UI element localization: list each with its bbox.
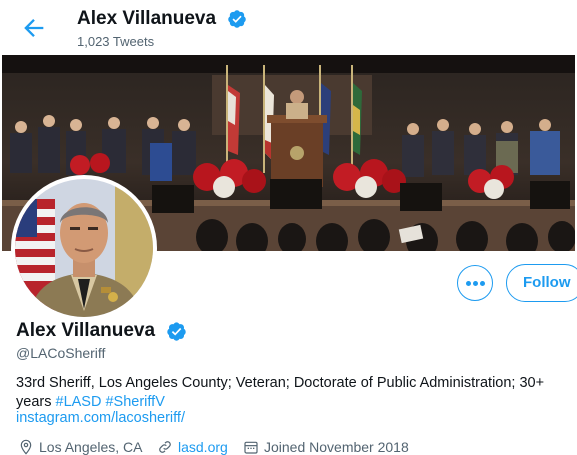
profile-avatar[interactable] [11,175,157,321]
bio-website-link[interactable]: instagram.com/lacosheriff/ [16,410,185,426]
follow-button[interactable]: Follow [506,264,577,302]
hashtag-link-lasd[interactable]: #LASD [56,394,102,410]
avatar-illustration [15,179,153,317]
more-horizontal-icon-dot [473,281,478,286]
profile-header-bar: Alex Villanueva 1,023 Tweets [0,0,577,55]
arrow-left-icon[interactable] [20,14,48,42]
profile-location: Los Angeles, CA [18,439,143,455]
link-icon [159,441,171,453]
more-horizontal-icon-dot [480,281,485,286]
location-pin-icon [20,439,32,455]
avatar-image [15,179,153,317]
profile-name: Alex Villanueva [16,320,156,341]
joined-text: Joined November 2018 [264,439,409,455]
profile-handle: @LACoSheriff [16,345,106,361]
profile-website[interactable]: lasd.org [157,439,228,455]
hashtag-link-sheriffv[interactable]: #SheriffV [105,394,164,410]
tweet-count: 1,023 Tweets [77,34,155,49]
verified-badge-icon [228,10,246,28]
website-link[interactable]: lasd.org [178,439,228,455]
header-title: Alex Villanueva [77,8,217,29]
calendar-icon [244,441,258,454]
profile-bio: 33rd Sheriff, Los Angeles County; Vetera… [16,374,571,412]
more-options-button[interactable] [457,265,493,301]
profile-joined-date: Joined November 2018 [243,439,409,455]
more-horizontal-icon [466,281,471,286]
location-text: Los Angeles, CA [39,439,143,455]
verified-badge-icon [167,322,186,341]
